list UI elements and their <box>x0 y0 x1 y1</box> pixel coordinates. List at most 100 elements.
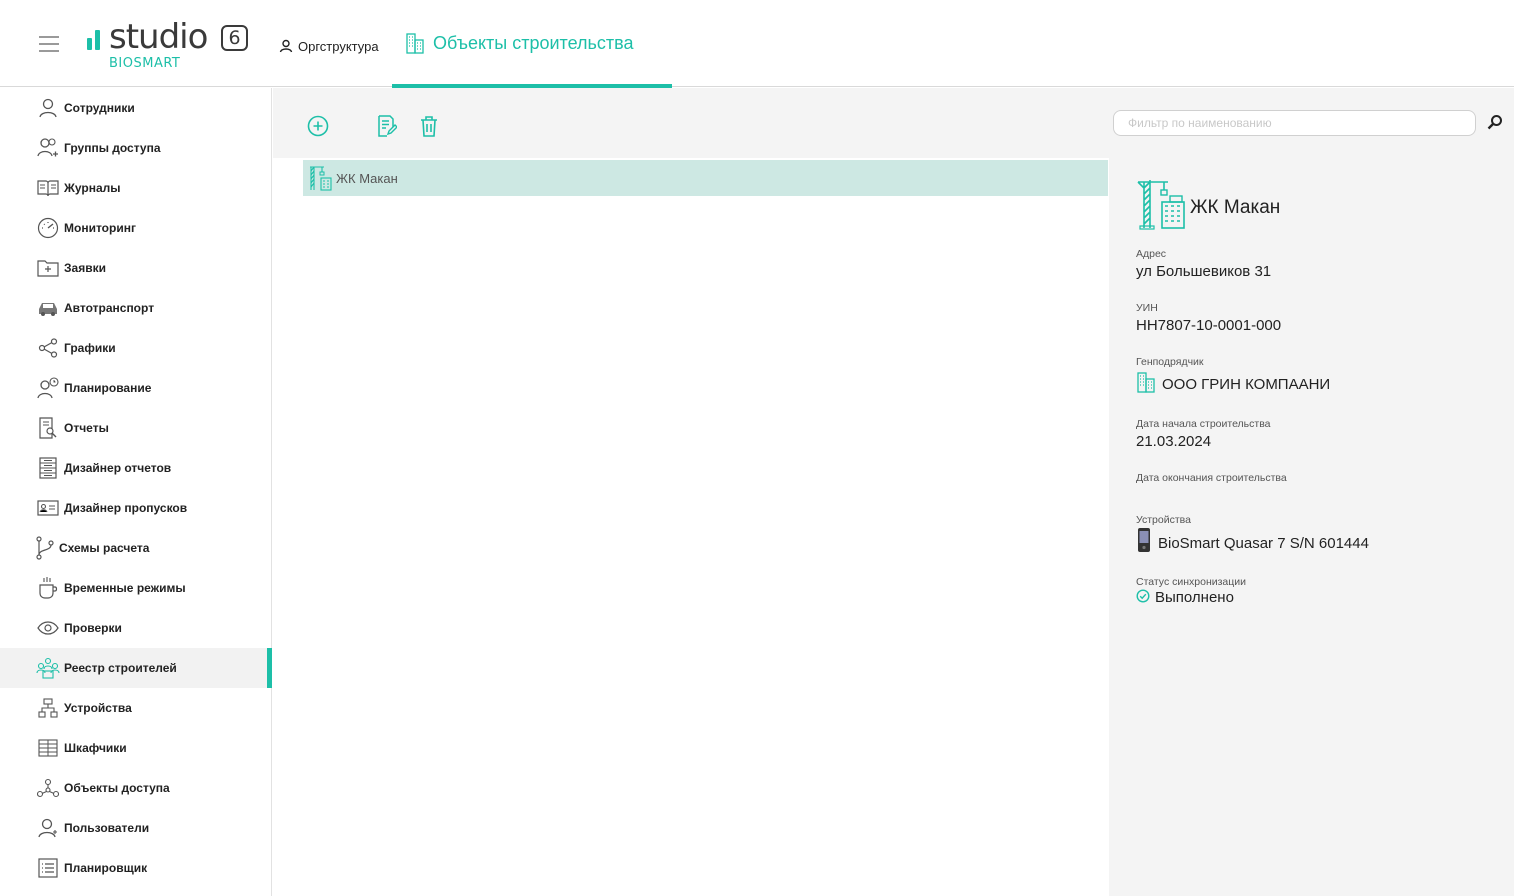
report-designer-icon <box>36 457 60 479</box>
sidebar-item-journals[interactable]: Журналы <box>0 168 272 208</box>
sidebar-item-label: Графики <box>64 341 116 355</box>
folder-plus-icon <box>36 257 60 279</box>
sidebar-item-planning[interactable]: Планирование <box>0 368 272 408</box>
sidebar-item-pass-designer[interactable]: Дизайнер пропусков <box>0 488 272 528</box>
sidebar-item-vehicles[interactable]: Автотранспорт <box>0 288 272 328</box>
gauge-icon <box>36 217 60 239</box>
sidebar-item-access-groups[interactable]: Группы доступа <box>0 128 272 168</box>
buildings-icon <box>406 33 424 54</box>
sidebar-item-reports[interactable]: Отчеты <box>0 408 272 448</box>
user-icon <box>36 97 60 119</box>
sidebar-item-access-objects[interactable]: Объекты доступа <box>0 768 272 808</box>
contractor-label: Генподрядчик <box>1136 356 1204 368</box>
sidebar-item-label: Схемы расчета <box>59 541 150 555</box>
user-clock-icon <box>36 377 60 399</box>
sidebar-item-builders-registry[interactable]: Реестр строителей <box>0 648 272 688</box>
address-label: Адрес <box>1136 248 1167 260</box>
id-card-icon <box>36 497 60 519</box>
nav-orgstructure-label: Оргструктура <box>298 38 379 54</box>
building-icon <box>1137 371 1155 393</box>
address-value: ул Большевиков 31 <box>1136 263 1272 280</box>
sidebar-item-label: Автотранспорт <box>64 301 155 315</box>
check-circle-icon <box>1136 589 1150 603</box>
sidebar-item-time-modes[interactable]: Временные режимы <box>0 568 272 608</box>
sidebar-item-employees[interactable]: Сотрудники <box>0 88 272 128</box>
sidebar-item-calc-schemes[interactable]: Схемы расчета <box>0 528 272 568</box>
construction-crane-icon <box>310 166 332 191</box>
start-date-value: 21.03.2024 <box>1136 433 1212 450</box>
uin-label: УИН <box>1136 302 1158 314</box>
objects-list: ЖК Макан <box>273 158 1109 896</box>
sidebar-item-label: Планировщик <box>64 861 148 875</box>
sidebar-item-users[interactable]: Пользователи <box>0 808 272 848</box>
edit-button[interactable] <box>375 114 399 138</box>
logo-version: 6 <box>221 25 248 51</box>
app-logo: studio 6 BIOSMART <box>87 18 252 74</box>
list-item-name: ЖК Макан <box>336 170 398 186</box>
trash-icon <box>421 116 437 137</box>
list-icon <box>36 857 60 879</box>
sidebar-item-scheduler[interactable]: Планировщик <box>0 848 272 888</box>
sidebar-item-label: Группы доступа <box>64 141 161 155</box>
sidebar-item-label: Журналы <box>64 181 121 195</box>
logo-subtitle: BIOSMART <box>109 56 181 71</box>
biometric-terminal-icon <box>1138 528 1150 552</box>
sync-status-label: Статус синхронизации <box>1136 576 1247 588</box>
sync-status-text: Выполнено <box>1155 589 1234 606</box>
device-name: BioSmart Quasar 7 S/N 601444 <box>1158 534 1369 552</box>
eye-icon <box>36 617 60 639</box>
sidebar-item-label: Дизайнер пропусков <box>64 501 188 515</box>
search-icon <box>1487 115 1502 130</box>
list-item[interactable]: ЖК Макан <box>303 160 1108 196</box>
delete-button[interactable] <box>417 114 441 138</box>
network-icon <box>36 697 60 719</box>
sidebar-item-label: Объекты доступа <box>64 781 170 795</box>
sidebar-item-charts[interactable]: Графики <box>0 328 272 368</box>
devices-value: BioSmart Quasar 7 S/N 601444 <box>1136 527 1369 553</box>
toolbar <box>273 88 1514 158</box>
user-icon <box>279 39 293 53</box>
construction-crane-icon <box>1137 180 1185 230</box>
sidebar-item-report-designer[interactable]: Дизайнер отчетов <box>0 448 272 488</box>
report-search-icon <box>36 417 60 439</box>
logo-word: studio <box>109 17 208 57</box>
sidebar-item-checks[interactable]: Проверки <box>0 608 272 648</box>
details-header: ЖК Макан <box>1136 178 1280 230</box>
lockers-icon <box>36 737 60 759</box>
add-button[interactable] <box>306 114 330 138</box>
sync-status-value: Выполнено <box>1136 589 1234 606</box>
user-add-icon <box>36 817 60 839</box>
plus-circle-icon <box>307 115 329 137</box>
details-title: ЖК Макан <box>1190 197 1281 218</box>
search-button[interactable] <box>1487 114 1505 132</box>
branch-icon <box>33 536 57 560</box>
sidebar-item-label: Проверки <box>64 621 122 635</box>
share-nodes-icon <box>36 337 60 359</box>
nav-construction-objects[interactable]: Объекты строительства <box>392 0 672 88</box>
sidebar-item-label: Сотрудники <box>64 101 135 115</box>
sidebar-item-label: Шкафчики <box>64 741 127 755</box>
sidebar-item-label: Мониторинг <box>64 221 136 235</box>
sidebar-item-requests[interactable]: Заявки <box>0 248 272 288</box>
sidebar-item-lockers[interactable]: Шкафчики <box>0 728 272 768</box>
menu-icon[interactable] <box>39 36 59 52</box>
nodes-icon <box>36 777 60 799</box>
devices-label: Устройства <box>1136 514 1191 526</box>
end-date-label: Дата окончания строительства <box>1136 472 1287 484</box>
sidebar-item-label: Устройства <box>64 701 132 715</box>
sidebar-item-monitoring[interactable]: Мониторинг <box>0 208 272 248</box>
edit-document-icon <box>378 115 397 137</box>
name-filter-input[interactable] <box>1113 110 1476 136</box>
builders-registry-icon <box>36 657 60 679</box>
top-bar: studio 6 BIOSMART Оргструктура Объекты с… <box>0 0 1514 88</box>
sidebar-item-devices[interactable]: Устройства <box>0 688 272 728</box>
sidebar: Сотрудники Группы доступа Журналы Монито… <box>0 88 272 896</box>
sidebar-item-label: Реестр строителей <box>64 661 177 675</box>
logo-bars-icon <box>87 30 103 55</box>
sidebar-item-label: Планирование <box>64 381 152 395</box>
uin-value: НН7807-10-0001-000 <box>1136 317 1282 334</box>
nav-orgstructure[interactable]: Оргструктура <box>279 36 379 56</box>
sidebar-item-label: Дизайнер отчетов <box>64 461 172 475</box>
contractor-value: ООО ГРИН КОМПААНИ <box>1136 370 1330 393</box>
sidebar-item-label: Заявки <box>64 261 106 275</box>
